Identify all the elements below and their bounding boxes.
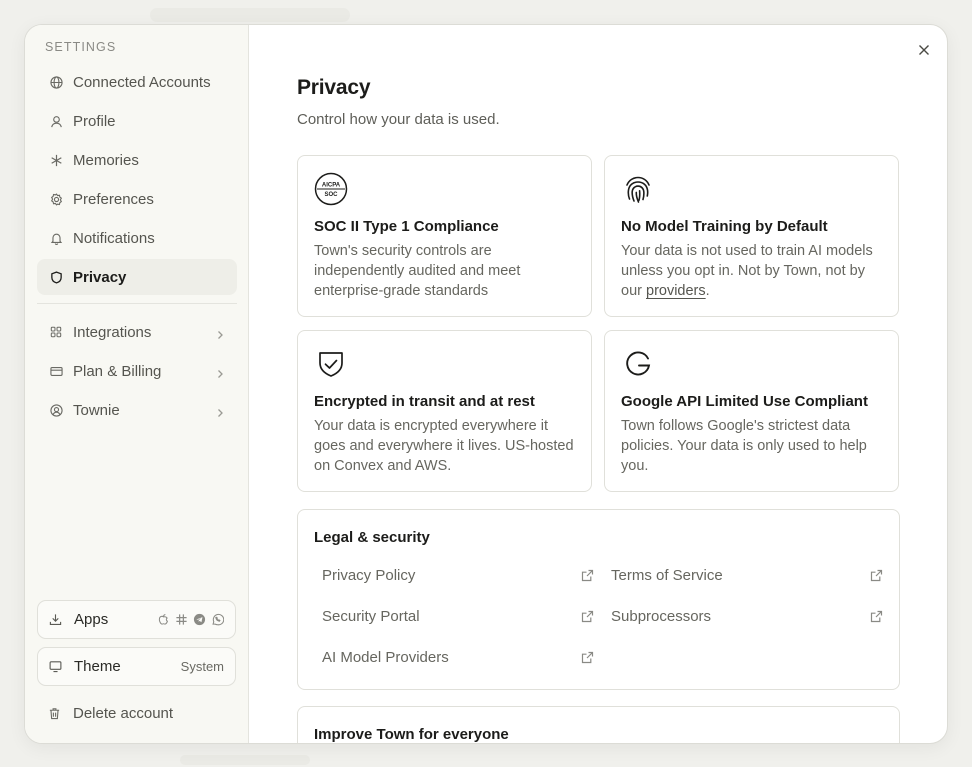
sidebar-item-profile[interactable]: Profile bbox=[37, 103, 237, 139]
bell-icon bbox=[49, 231, 63, 245]
sidebar-heading: SETTINGS bbox=[45, 40, 117, 54]
sidebar-item-preferences[interactable]: Preferences bbox=[37, 181, 237, 217]
card-title: Google API Limited Use Compliant bbox=[621, 393, 868, 410]
sidebar-item-connected-accounts[interactable]: Connected Accounts bbox=[37, 64, 237, 100]
page-subtitle: Control how your data is used. bbox=[297, 111, 500, 128]
sidebar-item-integrations[interactable]: Integrations bbox=[37, 314, 237, 350]
gear-icon bbox=[49, 192, 63, 206]
page-title: Privacy bbox=[297, 76, 371, 99]
apple-icon bbox=[158, 613, 169, 625]
user-icon bbox=[49, 114, 63, 128]
card-google-api: Google API Limited Use Compliant Town fo… bbox=[604, 330, 899, 492]
sidebar-item-label: Townie bbox=[73, 401, 120, 419]
apps-button[interactable]: Apps bbox=[37, 600, 236, 639]
privacy-policy-link[interactable]: Privacy Policy bbox=[322, 563, 594, 587]
aicpa-soc-icon: AICPA SOC bbox=[314, 172, 348, 206]
theme-selector[interactable]: Theme System bbox=[37, 647, 236, 686]
external-link-icon bbox=[581, 610, 594, 622]
chevron-right-icon bbox=[215, 327, 225, 339]
chevron-right-icon bbox=[215, 366, 225, 378]
sidebar-item-townie[interactable]: Townie bbox=[37, 392, 237, 428]
external-link-icon bbox=[581, 569, 594, 581]
external-link-icon bbox=[870, 569, 883, 581]
sidebar-item-notifications[interactable]: Notifications bbox=[37, 220, 237, 256]
card-soc2: AICPA SOC SOC II Type 1 Compliance Town'… bbox=[297, 155, 592, 317]
link-label: Subprocessors bbox=[611, 607, 712, 625]
sidebar-item-label: Integrations bbox=[73, 323, 152, 341]
globe-icon bbox=[49, 75, 63, 89]
link-label: Privacy Policy bbox=[322, 566, 416, 584]
backdrop bbox=[150, 8, 350, 22]
terms-of-service-link[interactable]: Terms of Service bbox=[611, 563, 883, 587]
main-content: Privacy Control how your data is used. A… bbox=[249, 25, 947, 743]
legal-security-section: Legal & security Privacy Policy Terms of… bbox=[297, 509, 900, 690]
google-icon bbox=[621, 347, 655, 381]
theme-value: System bbox=[180, 659, 224, 674]
section-title: Legal & security bbox=[314, 529, 430, 546]
providers-link[interactable]: providers bbox=[646, 283, 706, 299]
settings-modal: SETTINGS Connected Accounts Profile Memo… bbox=[24, 24, 948, 744]
card-title: SOC II Type 1 Compliance bbox=[314, 218, 499, 235]
card-text-after: . bbox=[705, 283, 710, 299]
card-encrypted: Encrypted in transit and at rest Your da… bbox=[297, 330, 592, 492]
slack-icon bbox=[176, 614, 187, 625]
card-text: Your data is encrypted everywhere it goe… bbox=[314, 418, 574, 474]
sidebar-item-label: Memories bbox=[73, 151, 139, 169]
card-title: No Model Training by Default bbox=[621, 218, 828, 235]
monitor-icon bbox=[49, 660, 63, 674]
card-text: Your data is not used to train AI models… bbox=[621, 241, 882, 301]
whatsapp-icon bbox=[212, 613, 224, 626]
soc-badge-bottom: SOC bbox=[324, 192, 338, 198]
shield-icon bbox=[49, 270, 63, 284]
sidebar-item-label: Profile bbox=[73, 112, 116, 130]
sidebar-item-label: Privacy bbox=[73, 268, 127, 286]
delete-account-label: Delete account bbox=[73, 704, 174, 722]
section-title: Improve Town for everyone bbox=[314, 726, 509, 743]
sidebar-item-label: Connected Accounts bbox=[73, 73, 211, 91]
apps-platform-icons bbox=[157, 613, 224, 626]
download-icon bbox=[49, 613, 63, 627]
fingerprint-icon bbox=[621, 172, 655, 206]
subprocessors-link[interactable]: Subprocessors bbox=[611, 604, 883, 628]
card-title: Encrypted in transit and at rest bbox=[314, 393, 535, 410]
grid-icon bbox=[49, 325, 63, 339]
sidebar-item-label: Notifications bbox=[73, 229, 155, 247]
external-link-icon bbox=[581, 651, 594, 663]
shield-check-icon bbox=[314, 347, 348, 381]
sidebar-item-label: Plan & Billing bbox=[73, 362, 162, 380]
delete-account-button[interactable]: Delete account bbox=[37, 695, 236, 731]
external-link-icon bbox=[870, 610, 883, 622]
sidebar-item-label: Preferences bbox=[73, 190, 154, 208]
sidebar-item-privacy[interactable]: Privacy bbox=[37, 259, 237, 295]
theme-label: Theme bbox=[74, 658, 121, 675]
soc-badge-top: AICPA bbox=[322, 183, 341, 189]
trash-icon bbox=[48, 706, 62, 720]
close-button[interactable] bbox=[915, 41, 933, 59]
sidebar-divider bbox=[37, 303, 237, 304]
improve-town-section: Improve Town for everyone bbox=[297, 706, 900, 743]
sidebar: SETTINGS Connected Accounts Profile Memo… bbox=[25, 25, 249, 743]
close-icon bbox=[919, 45, 929, 55]
card-icon bbox=[49, 364, 63, 378]
link-label: AI Model Providers bbox=[322, 648, 449, 666]
asterisk-icon bbox=[49, 153, 63, 167]
telegram-icon bbox=[193, 613, 206, 626]
backdrop bbox=[180, 755, 310, 765]
card-no-model-training: No Model Training by Default Your data i… bbox=[604, 155, 899, 317]
sidebar-item-plan-billing[interactable]: Plan & Billing bbox=[37, 353, 237, 389]
apps-label: Apps bbox=[74, 611, 109, 628]
link-label: Security Portal bbox=[322, 607, 420, 625]
ai-model-providers-link[interactable]: AI Model Providers bbox=[322, 645, 594, 669]
townie-icon bbox=[49, 403, 63, 417]
sidebar-nav: Connected Accounts Profile Memories Pref… bbox=[37, 64, 237, 431]
card-text: Town's security controls are independent… bbox=[314, 243, 521, 299]
security-portal-link[interactable]: Security Portal bbox=[322, 604, 594, 628]
card-text: Town follows Google's strictest data pol… bbox=[621, 418, 867, 474]
link-label: Terms of Service bbox=[611, 566, 723, 584]
chevron-right-icon bbox=[215, 405, 225, 417]
sidebar-item-memories[interactable]: Memories bbox=[37, 142, 237, 178]
